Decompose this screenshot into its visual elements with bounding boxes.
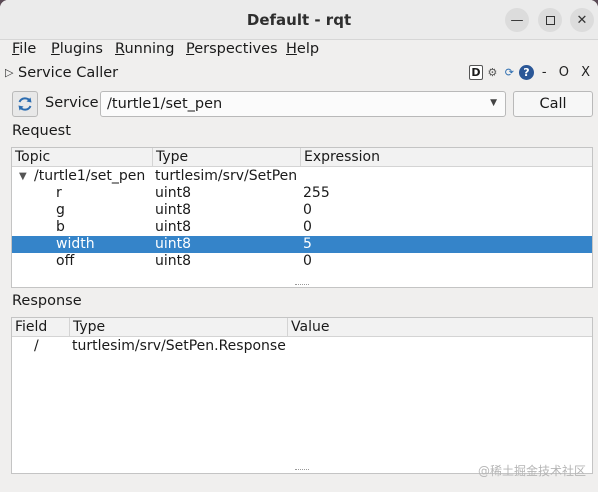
table-row[interactable]: g uint8 0 [12, 202, 592, 219]
menu-file-label: ile [19, 41, 37, 57]
menu-perspectives[interactable]: Perspectives [186, 41, 278, 57]
service-select[interactable]: /turtle1/set_pen ▼ [100, 91, 506, 117]
menu-perspectives-mnemonic: P [186, 41, 195, 57]
menu-running-label: unning [124, 41, 175, 57]
splitter-handle[interactable] [295, 469, 309, 472]
maximize-button[interactable] [538, 8, 562, 32]
request-table-header: Topic Type Expression [12, 148, 592, 167]
cell-type: uint8 [155, 185, 192, 201]
cell-field: / [34, 338, 39, 354]
title-bar[interactable]: Default - rqt — ✕ [0, 0, 598, 40]
column-field[interactable]: Field [12, 318, 69, 337]
cell-topic: off [56, 253, 75, 269]
menu-help-label: elp [296, 41, 320, 57]
splitter-handle[interactable] [295, 284, 309, 287]
plugin-window-controls[interactable]: - O X [542, 65, 594, 80]
cell-type: uint8 [155, 219, 192, 235]
chevron-down-icon: ▼ [490, 98, 497, 108]
plugin-header: ▷ Service Caller D ⚙ ⟳ ? - O X [0, 63, 598, 85]
cell-expression[interactable]: 0 [303, 219, 312, 236]
column-topic[interactable]: Topic [12, 148, 152, 167]
menu-plugins-label: lugins [59, 41, 103, 57]
menu-plugins[interactable]: Plugins [51, 41, 103, 57]
close-button[interactable]: ✕ [570, 8, 594, 32]
close-icon: ✕ [576, 12, 588, 28]
column-value[interactable]: Value [287, 318, 592, 337]
cell-expression[interactable]: 5 [303, 236, 312, 253]
column-type[interactable]: Type [152, 148, 300, 167]
plugin-header-controls: D ⚙ ⟳ ? - O X [468, 65, 594, 80]
response-section-label: Response [12, 293, 82, 309]
refresh-icon[interactable]: ⟳ [502, 65, 517, 80]
response-table-header: Field Type Value [12, 318, 592, 337]
service-select-value: /turtle1/set_pen [107, 96, 223, 112]
column-type[interactable]: Type [69, 318, 287, 337]
refresh-icon [18, 97, 32, 111]
cell-topic: b [56, 219, 65, 235]
rqt-window: Default - rqt — ✕ File Plugins Running P… [0, 0, 598, 492]
menu-bar: File Plugins Running Perspectives Help [0, 40, 598, 62]
expand-arrow-icon[interactable]: ▼ [19, 168, 27, 185]
table-row[interactable]: ▼ /turtle1/set_pen turtlesim/srv/SetPen [12, 168, 592, 185]
menu-file[interactable]: File [12, 41, 36, 57]
menu-running[interactable]: Running [115, 41, 174, 57]
menu-plugins-mnemonic: P [51, 41, 60, 57]
call-button[interactable]: Call [513, 91, 593, 117]
watermark: @稀土掘金技术社区 [477, 464, 586, 478]
menu-help-mnemonic: H [286, 41, 297, 57]
cell-type: uint8 [155, 202, 192, 218]
table-row-selected[interactable]: width uint8 5 [12, 236, 592, 253]
column-expression[interactable]: Expression [300, 148, 592, 167]
cell-expression[interactable]: 0 [303, 253, 312, 270]
cell-topic: r [56, 185, 62, 201]
menu-help[interactable]: Help [286, 41, 319, 57]
cell-topic: /turtle1/set_pen [34, 168, 146, 184]
table-row[interactable]: off uint8 0 [12, 253, 592, 270]
cell-topic: g [56, 202, 65, 218]
table-row[interactable]: b uint8 0 [12, 219, 592, 236]
cell-type: turtlesim/srv/SetPen.Response [72, 338, 286, 354]
plugin-title: Service Caller [18, 65, 119, 81]
cell-type: turtlesim/srv/SetPen [155, 168, 298, 184]
cell-topic: width [56, 236, 95, 252]
maximize-icon [545, 15, 555, 25]
collapse-triangle-icon[interactable]: ▷ [5, 66, 13, 79]
request-section-label: Request [12, 123, 71, 139]
cell-type: uint8 [155, 236, 192, 252]
response-table: Field Type Value / turtlesim/srv/SetPen.… [11, 317, 593, 474]
minimize-button[interactable]: — [505, 8, 529, 32]
cell-expression[interactable]: 0 [303, 202, 312, 219]
table-row[interactable]: r uint8 255 [12, 185, 592, 202]
menu-perspectives-label: erspectives [194, 41, 278, 57]
table-row[interactable]: / turtlesim/srv/SetPen.Response [12, 338, 592, 355]
service-label: Service [45, 95, 99, 111]
minimize-icon: — [510, 12, 524, 28]
refresh-services-button[interactable] [12, 91, 38, 117]
cell-expression[interactable]: 255 [303, 185, 330, 202]
cell-type: uint8 [155, 253, 192, 269]
request-table: Topic Type Expression ▼ /turtle1/set_pen… [11, 147, 593, 288]
help-icon[interactable]: ? [518, 65, 534, 80]
dock-icon[interactable]: D [468, 65, 483, 80]
gear-icon[interactable]: ⚙ [485, 65, 500, 80]
